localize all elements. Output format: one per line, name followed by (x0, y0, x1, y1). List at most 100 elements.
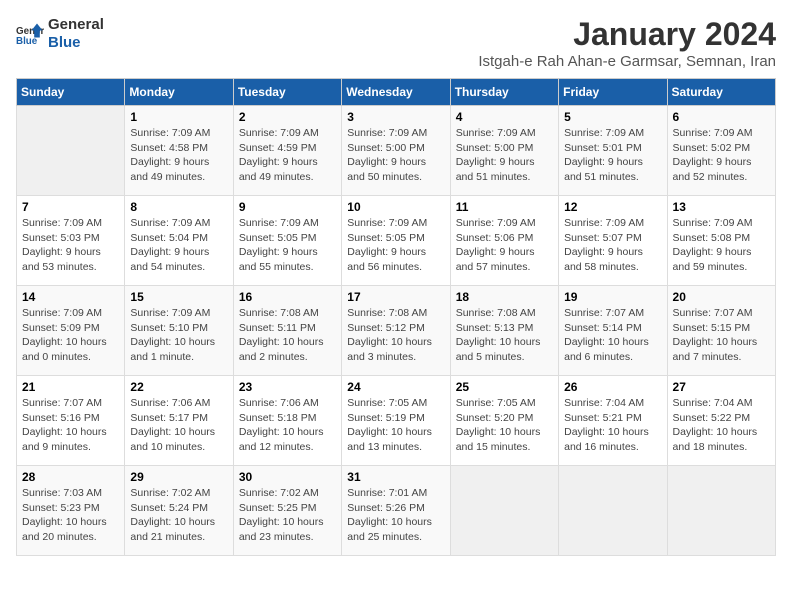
day-number: 5 (564, 110, 661, 124)
day-number: 11 (456, 200, 553, 214)
logo-icon: General Blue (16, 20, 44, 48)
calendar-cell: 7Sunrise: 7:09 AMSunset: 5:03 PMDaylight… (17, 196, 125, 286)
day-number: 21 (22, 380, 119, 394)
day-info: Sunrise: 7:09 AMSunset: 5:02 PMDaylight:… (673, 126, 770, 185)
day-number: 25 (456, 380, 553, 394)
weekday-header-wednesday: Wednesday (342, 79, 450, 106)
day-info: Sunrise: 7:04 AMSunset: 5:22 PMDaylight:… (673, 396, 770, 455)
day-number: 6 (673, 110, 770, 124)
day-info: Sunrise: 7:09 AMSunset: 5:09 PMDaylight:… (22, 306, 119, 365)
day-number: 20 (673, 290, 770, 304)
calendar-cell: 24 Sunrise: 7:05 AMSunset: 5:19 PMDayligh… (342, 376, 450, 466)
day-info: Sunrise: 7:07 AMSunset: 5:14 PMDaylight:… (564, 306, 661, 365)
day-number: 12 (564, 200, 661, 214)
logo: General Blue General Blue (16, 16, 104, 52)
calendar-cell: 3Sunrise: 7:09 AMSunset: 5:00 PMDaylight… (342, 106, 450, 196)
calendar-cell (17, 106, 125, 196)
day-number: 28 (22, 470, 119, 484)
calendar-cell (450, 466, 558, 556)
day-number: 15 (130, 290, 227, 304)
calendar-cell: 15 Sunrise: 7:09 AMSunset: 5:10 PMDayligh… (125, 286, 233, 376)
weekday-header-friday: Friday (559, 79, 667, 106)
day-number: 13 (673, 200, 770, 214)
day-info: Sunrise: 7:09 AMSunset: 5:04 PMDaylight:… (130, 216, 227, 275)
day-number: 26 (564, 380, 661, 394)
day-number: 16 (239, 290, 336, 304)
day-info: Sunrise: 7:09 AMSunset: 5:10 PMDaylight:… (130, 306, 227, 365)
calendar-cell: 19 Sunrise: 7:07 AMSunset: 5:14 PMDayligh… (559, 286, 667, 376)
day-info: Sunrise: 7:09 AMSunset: 5:06 PMDaylight:… (456, 216, 553, 275)
calendar-cell: 22 Sunrise: 7:06 AMSunset: 5:17 PMDayligh… (125, 376, 233, 466)
day-info: Sunrise: 7:09 AMSunset: 4:59 PMDaylight:… (239, 126, 336, 185)
day-info: Sunrise: 7:02 AMSunset: 5:24 PMDaylight:… (130, 486, 227, 545)
calendar-cell: 6 Sunrise: 7:09 AMSunset: 5:02 PMDaylight… (667, 106, 775, 196)
day-info: Sunrise: 7:05 AMSunset: 5:20 PMDaylight:… (456, 396, 553, 455)
calendar-cell: 9Sunrise: 7:09 AMSunset: 5:05 PMDaylight… (233, 196, 341, 286)
day-info: Sunrise: 7:05 AMSunset: 5:19 PMDaylight:… (347, 396, 444, 455)
day-number: 4 (456, 110, 553, 124)
calendar-cell: 5 Sunrise: 7:09 AMSunset: 5:01 PMDaylight… (559, 106, 667, 196)
day-info: Sunrise: 7:03 AMSunset: 5:23 PMDaylight:… (22, 486, 119, 545)
day-info: Sunrise: 7:09 AMSunset: 5:01 PMDaylight:… (564, 126, 661, 185)
calendar-cell: 1 Sunrise: 7:09 AMSunset: 4:58 PMDaylight… (125, 106, 233, 196)
calendar-cell: 11 Sunrise: 7:09 AMSunset: 5:06 PMDayligh… (450, 196, 558, 286)
day-info: Sunrise: 7:09 AMSunset: 5:00 PMDaylight:… (456, 126, 553, 185)
day-info: Sunrise: 7:08 AMSunset: 5:11 PMDaylight:… (239, 306, 336, 365)
day-number: 17 (347, 290, 444, 304)
day-number: 22 (130, 380, 227, 394)
calendar-week-row: 28 Sunrise: 7:03 AMSunset: 5:23 PMDayligh… (17, 466, 776, 556)
day-number: 1 (130, 110, 227, 124)
weekday-header-saturday: Saturday (667, 79, 775, 106)
day-info: Sunrise: 7:07 AMSunset: 5:15 PMDaylight:… (673, 306, 770, 365)
weekday-header-thursday: Thursday (450, 79, 558, 106)
day-number: 30 (239, 470, 336, 484)
calendar-cell: 26 Sunrise: 7:04 AMSunset: 5:21 PMDayligh… (559, 376, 667, 466)
calendar-cell (559, 466, 667, 556)
day-info: Sunrise: 7:09 AMSunset: 5:05 PMDaylight:… (347, 216, 444, 275)
day-number: 24 (347, 380, 444, 394)
day-number: 10 (347, 200, 444, 214)
calendar-week-row: 7Sunrise: 7:09 AMSunset: 5:03 PMDaylight… (17, 196, 776, 286)
day-info: Sunrise: 7:08 AMSunset: 5:12 PMDaylight:… (347, 306, 444, 365)
calendar-cell: 28 Sunrise: 7:03 AMSunset: 5:23 PMDayligh… (17, 466, 125, 556)
day-info: Sunrise: 7:09 AMSunset: 5:08 PMDaylight:… (673, 216, 770, 275)
day-number: 23 (239, 380, 336, 394)
calendar-cell: 8Sunrise: 7:09 AMSunset: 5:04 PMDaylight… (125, 196, 233, 286)
weekday-header-sunday: Sunday (17, 79, 125, 106)
location-subtitle: Istgah-e Rah Ahan-e Garmsar, Semnan, Ira… (478, 53, 776, 70)
day-number: 29 (130, 470, 227, 484)
calendar-cell: 14 Sunrise: 7:09 AMSunset: 5:09 PMDayligh… (17, 286, 125, 376)
calendar-cell: 23 Sunrise: 7:06 AMSunset: 5:18 PMDayligh… (233, 376, 341, 466)
logo-general: General (48, 16, 104, 34)
day-info: Sunrise: 7:07 AMSunset: 5:16 PMDaylight:… (22, 396, 119, 455)
calendar-cell: 17 Sunrise: 7:08 AMSunset: 5:12 PMDayligh… (342, 286, 450, 376)
calendar-table: SundayMondayTuesdayWednesdayThursdayFrid… (16, 78, 776, 556)
calendar-cell: 31 Sunrise: 7:01 AMSunset: 5:26 PMDayligh… (342, 466, 450, 556)
logo-blue: Blue (48, 34, 104, 52)
calendar-cell: 10 Sunrise: 7:09 AMSunset: 5:05 PMDayligh… (342, 196, 450, 286)
weekday-header-monday: Monday (125, 79, 233, 106)
day-number: 31 (347, 470, 444, 484)
day-number: 3 (347, 110, 444, 124)
day-number: 27 (673, 380, 770, 394)
day-number: 14 (22, 290, 119, 304)
day-info: Sunrise: 7:01 AMSunset: 5:26 PMDaylight:… (347, 486, 444, 545)
day-info: Sunrise: 7:04 AMSunset: 5:21 PMDaylight:… (564, 396, 661, 455)
day-number: 19 (564, 290, 661, 304)
calendar-cell: 20 Sunrise: 7:07 AMSunset: 5:15 PMDayligh… (667, 286, 775, 376)
calendar-cell: 21 Sunrise: 7:07 AMSunset: 5:16 PMDayligh… (17, 376, 125, 466)
weekday-header-tuesday: Tuesday (233, 79, 341, 106)
calendar-week-row: 21 Sunrise: 7:07 AMSunset: 5:16 PMDayligh… (17, 376, 776, 466)
calendar-cell: 27 Sunrise: 7:04 AMSunset: 5:22 PMDayligh… (667, 376, 775, 466)
calendar-cell: 18Sunrise: 7:08 AMSunset: 5:13 PMDayligh… (450, 286, 558, 376)
title-area: January 2024 Istgah-e Rah Ahan-e Garmsar… (478, 16, 776, 70)
calendar-cell: 29 Sunrise: 7:02 AMSunset: 5:24 PMDayligh… (125, 466, 233, 556)
day-info: Sunrise: 7:09 AMSunset: 4:58 PMDaylight:… (130, 126, 227, 185)
day-info: Sunrise: 7:09 AMSunset: 5:03 PMDaylight:… (22, 216, 119, 275)
calendar-week-row: 14 Sunrise: 7:09 AMSunset: 5:09 PMDayligh… (17, 286, 776, 376)
day-number: 2 (239, 110, 336, 124)
calendar-cell: 16 Sunrise: 7:08 AMSunset: 5:11 PMDayligh… (233, 286, 341, 376)
day-info: Sunrise: 7:06 AMSunset: 5:18 PMDaylight:… (239, 396, 336, 455)
day-info: Sunrise: 7:06 AMSunset: 5:17 PMDaylight:… (130, 396, 227, 455)
calendar-cell: 4 Sunrise: 7:09 AMSunset: 5:00 PMDaylight… (450, 106, 558, 196)
